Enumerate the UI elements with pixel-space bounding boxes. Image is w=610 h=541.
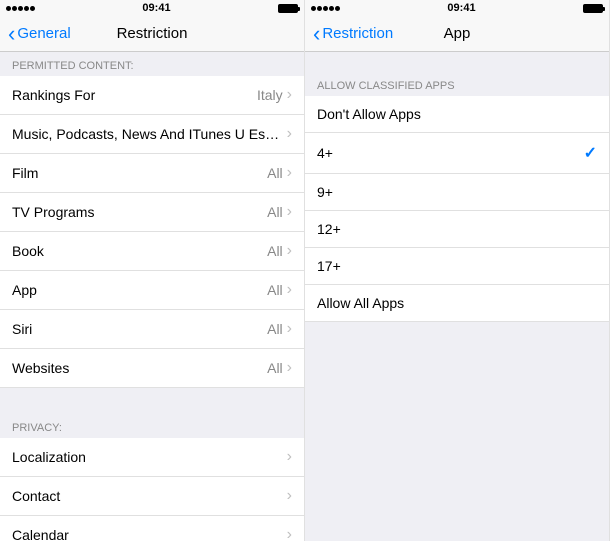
row-value: Italy <box>257 87 283 103</box>
option-9plus[interactable]: 9+ <box>305 174 609 211</box>
row-film[interactable]: Film All› <box>0 154 304 193</box>
status-time: 09:41 <box>447 2 475 14</box>
status-bar: 09:41 <box>0 0 304 16</box>
row-label: TV Programs <box>12 204 267 220</box>
row-localization[interactable]: Localization › <box>0 438 304 477</box>
row-label: Rankings For <box>12 87 257 103</box>
signal-dots <box>6 6 35 11</box>
option-4plus[interactable]: 4+ ✓ <box>305 133 609 174</box>
row-label: Music, Podcasts, News And ITunes U Espli… <box>12 126 287 142</box>
option-12plus[interactable]: 12+ <box>305 211 609 248</box>
option-label: 4+ <box>317 145 584 161</box>
chevron-left-icon: ‹ <box>313 23 320 45</box>
row-book[interactable]: Book All› <box>0 232 304 271</box>
chevron-left-icon: ‹ <box>8 23 15 45</box>
row-label: Websites <box>12 360 267 376</box>
row-siri[interactable]: Siri All› <box>0 310 304 349</box>
nav-bar: ‹ Restriction App <box>305 16 609 52</box>
row-label: App <box>12 282 267 298</box>
row-value: All <box>267 204 283 220</box>
chevron-right-icon: › <box>287 86 292 104</box>
row-calendar[interactable]: Calendar › <box>0 516 304 541</box>
option-label: 9+ <box>317 184 597 200</box>
section-header-privacy: PRIVACY: <box>0 414 304 438</box>
row-music[interactable]: Music, Podcasts, News And ITunes U Espli… <box>0 115 304 154</box>
row-label: Contact <box>12 488 287 504</box>
row-contact[interactable]: Contact › <box>0 477 304 516</box>
row-label: Film <box>12 165 267 181</box>
content-scroll[interactable]: ALLOW CLASSIFIED APPS Don't Allow Apps 4… <box>305 52 609 541</box>
signal-dots <box>311 6 340 11</box>
option-allow-all[interactable]: Allow All Apps <box>305 285 609 322</box>
content-scroll[interactable]: PERMITTED CONTENT: Rankings For Italy› M… <box>0 52 304 541</box>
back-button[interactable]: ‹ Restriction <box>313 23 393 45</box>
chevron-right-icon: › <box>287 448 292 466</box>
row-label: Localization <box>12 449 287 465</box>
chevron-right-icon: › <box>287 320 292 338</box>
back-label: Restriction <box>322 25 393 42</box>
status-bar: 09:41 <box>305 0 609 16</box>
nav-title: Restriction <box>117 25 188 42</box>
option-dont-allow[interactable]: Don't Allow Apps <box>305 96 609 133</box>
row-value: All <box>267 165 283 181</box>
chevron-right-icon: › <box>287 359 292 377</box>
back-button[interactable]: ‹ General <box>8 23 71 45</box>
row-label: Calendar <box>12 527 287 541</box>
option-label: 17+ <box>317 258 597 274</box>
option-label: 12+ <box>317 221 597 237</box>
chevron-right-icon: › <box>287 164 292 182</box>
chevron-right-icon: › <box>287 281 292 299</box>
row-value: All <box>267 360 283 376</box>
left-screen: 09:41 ‹ General Restriction PERMITTED CO… <box>0 0 305 541</box>
battery-icon <box>278 4 298 13</box>
row-label: Book <box>12 243 267 259</box>
check-icon: ✓ <box>584 143 597 163</box>
back-label: General <box>17 25 70 42</box>
option-17plus[interactable]: 17+ <box>305 248 609 285</box>
option-label: Allow All Apps <box>317 295 597 311</box>
row-app[interactable]: App All› <box>0 271 304 310</box>
row-rankings[interactable]: Rankings For Italy› <box>0 76 304 115</box>
row-websites[interactable]: Websites All› <box>0 349 304 388</box>
nav-bar: ‹ General Restriction <box>0 16 304 52</box>
right-screen: 09:41 ‹ Restriction App ALLOW CLASSIFIED… <box>305 0 610 541</box>
chevron-right-icon: › <box>287 203 292 221</box>
option-label: Don't Allow Apps <box>317 106 597 122</box>
chevron-right-icon: › <box>287 242 292 260</box>
section-header-allow: ALLOW CLASSIFIED APPS <box>305 52 609 96</box>
row-value: All <box>267 321 283 337</box>
chevron-right-icon: › <box>287 487 292 505</box>
chevron-right-icon: › <box>287 125 292 143</box>
chevron-right-icon: › <box>287 526 292 541</box>
nav-title: App <box>444 25 471 42</box>
row-label: Siri <box>12 321 267 337</box>
status-time: 09:41 <box>142 2 170 14</box>
row-value: All <box>267 282 283 298</box>
row-tv[interactable]: TV Programs All› <box>0 193 304 232</box>
battery-icon <box>583 4 603 13</box>
section-header-permitted: PERMITTED CONTENT: <box>0 52 304 76</box>
row-value: All <box>267 243 283 259</box>
